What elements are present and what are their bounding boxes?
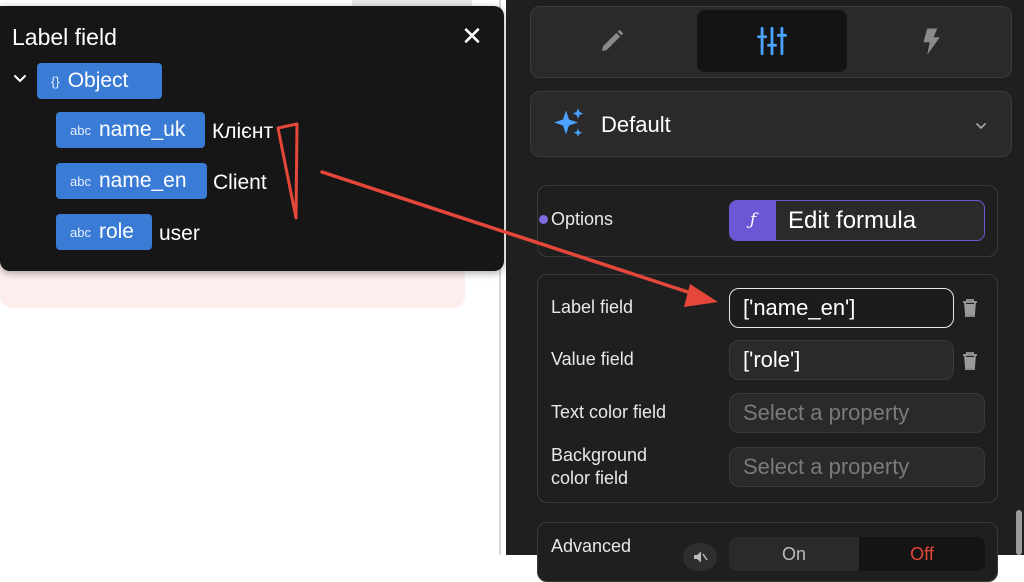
annotation-arrow-head	[684, 284, 718, 307]
annotation-arrow-line	[320, 170, 702, 298]
annotation-overlay	[276, 122, 718, 307]
annotation-cursor-shape	[276, 122, 299, 220]
